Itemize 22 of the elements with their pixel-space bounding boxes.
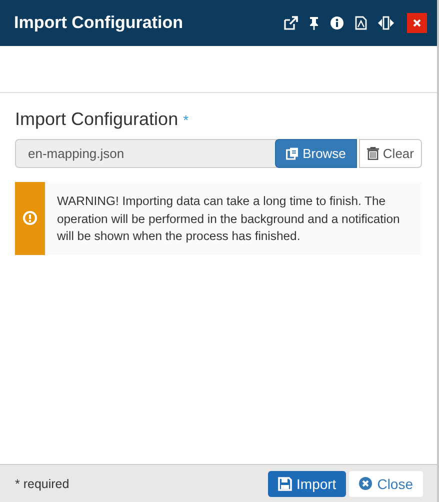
pin-icon[interactable] bbox=[309, 16, 319, 30]
file-field[interactable]: en-mapping.json bbox=[15, 139, 277, 168]
resize-icon[interactable] bbox=[378, 16, 394, 30]
trash-icon bbox=[366, 147, 379, 160]
popout-icon[interactable] bbox=[284, 16, 298, 30]
warning-text: WARNING! Importing data can take a long time to finish. The operation will be performed in the background and a notification will be shown when the process has finished. bbox=[56, 193, 401, 245]
pdf-icon[interactable] bbox=[355, 16, 367, 30]
required-note: * required bbox=[15, 476, 70, 490]
close-button[interactable]: Close bbox=[349, 470, 423, 496]
close-button[interactable] bbox=[407, 13, 427, 33]
warning-icon bbox=[23, 211, 37, 226]
copy-icon bbox=[286, 147, 299, 160]
close-icon bbox=[413, 19, 421, 27]
info-icon[interactable] bbox=[330, 16, 344, 30]
browse-button[interactable]: Browse bbox=[274, 139, 357, 168]
close-icon bbox=[359, 477, 372, 490]
required-mark: * bbox=[183, 112, 189, 128]
clear-button[interactable]: Clear bbox=[358, 139, 422, 168]
save-icon bbox=[278, 476, 292, 490]
window-title: Import Configuration bbox=[14, 13, 184, 33]
import-button[interactable]: Import bbox=[268, 470, 346, 496]
field-label: Import Configuration bbox=[15, 109, 178, 130]
